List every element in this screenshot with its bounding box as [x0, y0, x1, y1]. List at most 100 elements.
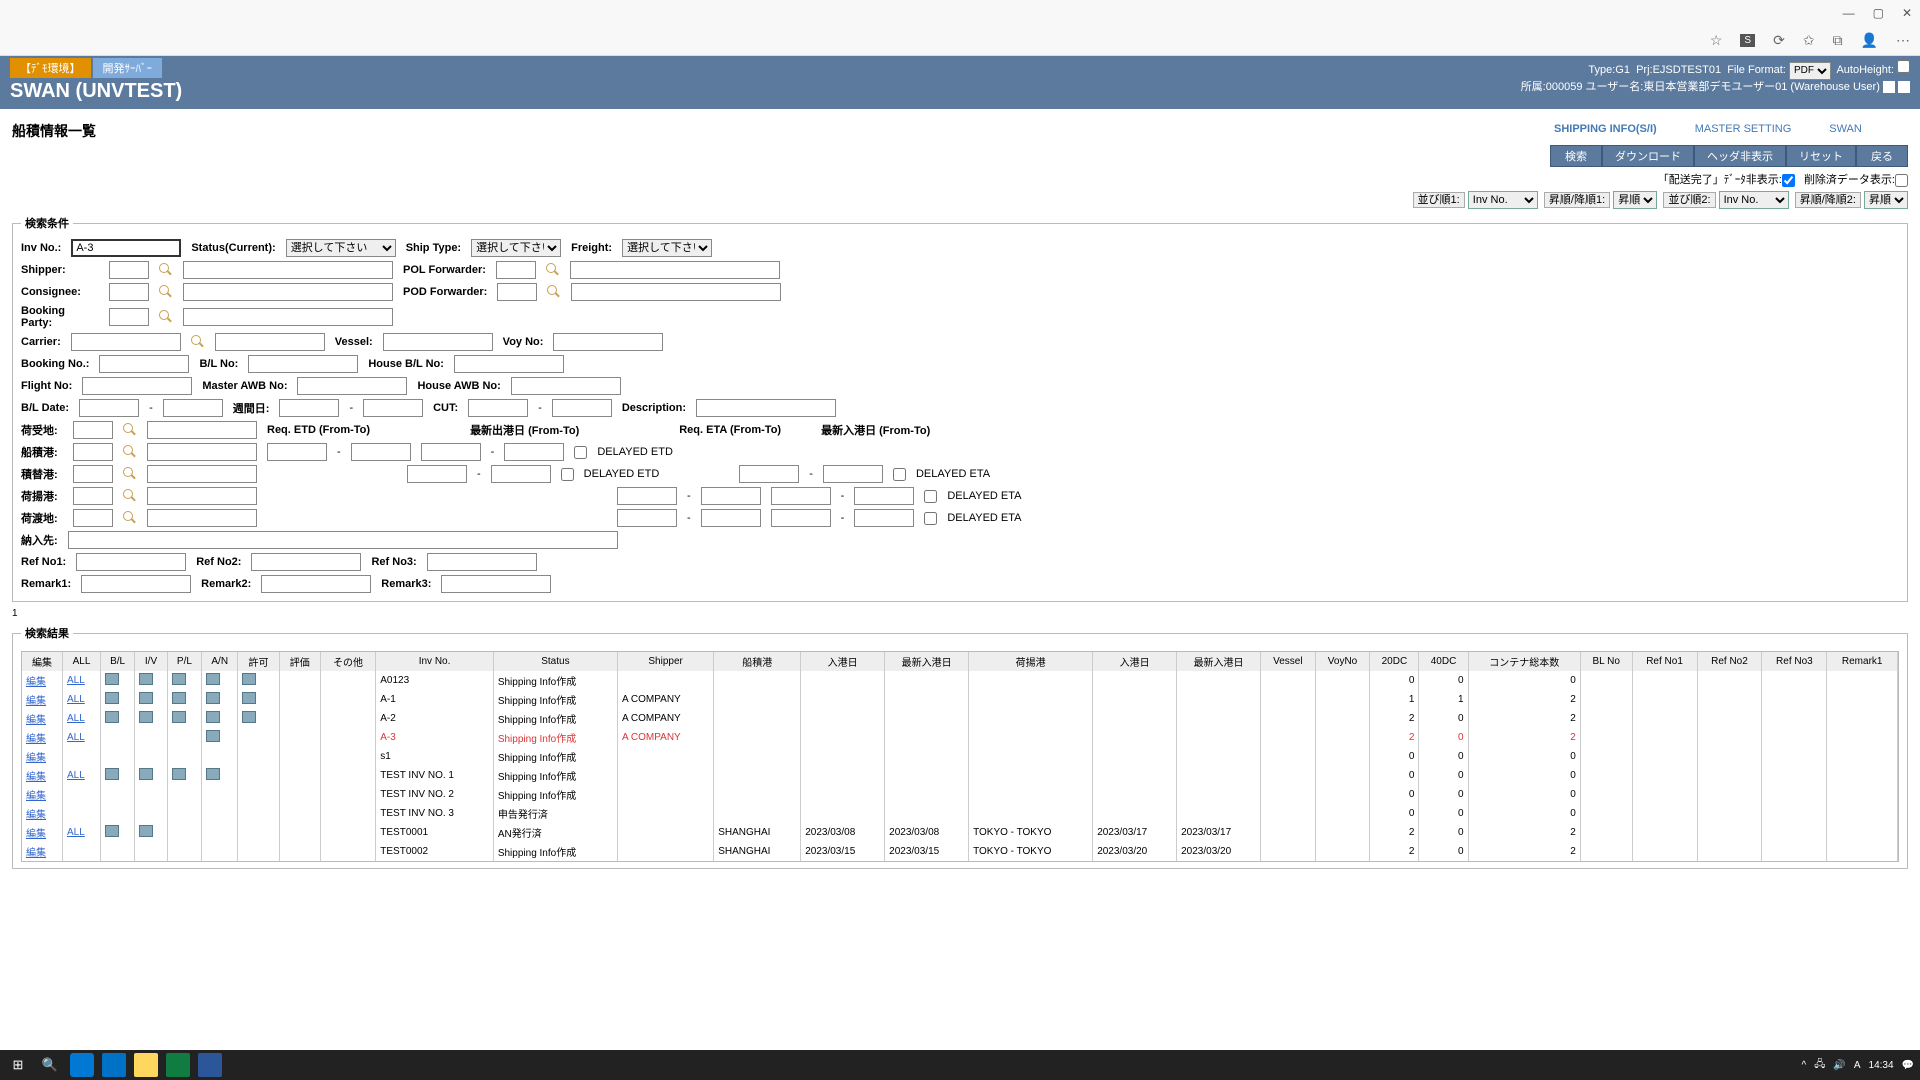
col-header[interactable]: VoyNo	[1315, 652, 1370, 671]
booking-party-code-input[interactable]	[109, 308, 149, 326]
pol-code-input[interactable]	[73, 443, 113, 461]
pl-icon[interactable]	[172, 768, 186, 780]
search-button[interactable]: 検索	[1550, 145, 1602, 167]
col-header[interactable]: 20DC	[1370, 652, 1419, 671]
search-icon[interactable]	[159, 263, 173, 277]
latest-eta2-from-input[interactable]	[771, 487, 831, 505]
cut-from-input[interactable]	[468, 399, 528, 417]
an-icon[interactable]	[206, 711, 220, 723]
house-bl-no-input[interactable]	[454, 355, 564, 373]
iv-icon[interactable]	[139, 768, 153, 780]
env-tab-demo[interactable]: 【ﾃﾞﾓ環境】	[10, 58, 91, 78]
table-row[interactable]: 編集TEST INV NO. 3申告発行済000	[22, 804, 1898, 823]
an-icon[interactable]	[206, 768, 220, 780]
all-link[interactable]: ALL	[67, 713, 85, 724]
edit-link[interactable]: 編集	[26, 772, 46, 783]
ship-type-select[interactable]: 選択して下さい	[471, 239, 561, 257]
col-header[interactable]: BL No	[1580, 652, 1632, 671]
window-close[interactable]: ✕	[1902, 6, 1912, 20]
latest-etd2-from-input[interactable]	[407, 465, 467, 483]
carrier-code-input[interactable]	[71, 333, 181, 351]
latest-eta2-to-input[interactable]	[854, 487, 914, 505]
latest-eta1-from-input[interactable]	[739, 465, 799, 483]
search-icon[interactable]	[159, 310, 173, 324]
table-row[interactable]: 編集ALLTEST0001AN発行済SHANGHAI2023/03/082023…	[22, 823, 1898, 842]
col-header[interactable]: Ref No2	[1697, 652, 1762, 671]
iv-icon[interactable]	[139, 692, 153, 704]
master-awb-input[interactable]	[297, 377, 407, 395]
remark2-input[interactable]	[261, 575, 371, 593]
pod-code-input[interactable]	[73, 487, 113, 505]
req-etd-to-input[interactable]	[351, 443, 411, 461]
shipper-name-input[interactable]	[183, 261, 393, 279]
status-select[interactable]: 選択して下さい	[286, 239, 396, 257]
outlook-icon[interactable]	[102, 1053, 126, 1077]
latest-eta1-to-input[interactable]	[823, 465, 883, 483]
ref1-input[interactable]	[76, 553, 186, 571]
edit-link[interactable]: 編集	[26, 791, 46, 802]
booking-no-input[interactable]	[99, 355, 189, 373]
col-header[interactable]: Status	[493, 652, 617, 671]
receipt-code-input[interactable]	[73, 421, 113, 439]
table-row[interactable]: 編集ALLTEST INV NO. 1Shipping Info作成000	[22, 766, 1898, 785]
cut-to-input[interactable]	[552, 399, 612, 417]
req-etd-from-input[interactable]	[267, 443, 327, 461]
edit-link[interactable]: 編集	[26, 677, 46, 688]
autoheight-checkbox[interactable]	[1897, 60, 1910, 73]
col-header[interactable]: I/V	[135, 652, 168, 671]
an-icon[interactable]	[206, 673, 220, 685]
weekday-from-input[interactable]	[279, 399, 339, 417]
col-header[interactable]: その他	[320, 652, 375, 671]
all-link[interactable]: ALL	[67, 694, 85, 705]
transship-code-input[interactable]	[73, 465, 113, 483]
search-icon[interactable]	[123, 467, 137, 481]
excel-icon[interactable]	[166, 1053, 190, 1077]
delayed-etd-2-checkbox[interactable]	[561, 468, 574, 481]
tray-volume-icon[interactable]: 🔊	[1833, 1060, 1845, 1071]
col-header[interactable]: 船積港	[714, 652, 801, 671]
carrier-name-input[interactable]	[215, 333, 325, 351]
refresh-icon[interactable]: ⟳	[1773, 32, 1785, 49]
shipper-code-input[interactable]	[109, 261, 149, 279]
an-icon[interactable]	[206, 692, 220, 704]
description-input[interactable]	[696, 399, 836, 417]
profile-icon[interactable]: 👤	[1861, 32, 1878, 49]
window-minimize[interactable]: —	[1843, 6, 1855, 20]
freight-select[interactable]: 選択して下さい	[622, 239, 712, 257]
pol-fwd-name-input[interactable]	[570, 261, 780, 279]
col-header[interactable]: 40DC	[1419, 652, 1468, 671]
all-link[interactable]: ALL	[67, 770, 85, 781]
col-header[interactable]: 許可	[238, 652, 279, 671]
user-icon[interactable]	[1883, 81, 1895, 93]
edit-link[interactable]: 編集	[26, 810, 46, 821]
latest-eta3-from-input[interactable]	[771, 509, 831, 527]
pol-name-input[interactable]	[147, 443, 257, 461]
pod-fwd-code-input[interactable]	[497, 283, 537, 301]
consignee-name-input[interactable]	[183, 283, 393, 301]
req-eta-to-input[interactable]	[701, 487, 761, 505]
col-header[interactable]: Ref No3	[1762, 652, 1827, 671]
search-icon[interactable]	[546, 263, 560, 277]
edit-link[interactable]: 編集	[26, 734, 46, 745]
col-header[interactable]: Remark1	[1827, 652, 1898, 671]
delayed-eta-1-checkbox[interactable]	[893, 468, 906, 481]
vessel-input[interactable]	[383, 333, 493, 351]
table-row[interactable]: 編集TEST0002Shipping Info作成SHANGHAI2023/03…	[22, 842, 1898, 861]
col-header[interactable]: Inv No.	[376, 652, 494, 671]
permit-icon[interactable]	[242, 711, 256, 723]
bl-icon[interactable]	[105, 711, 119, 723]
flight-no-input[interactable]	[82, 377, 192, 395]
consignee-code-input[interactable]	[109, 283, 149, 301]
download-button[interactable]: ダウンロード	[1602, 145, 1694, 167]
delayed-etd-1-checkbox[interactable]	[574, 446, 587, 459]
table-row[interactable]: 編集ALLA-1Shipping Info作成A COMPANY112	[22, 690, 1898, 709]
latest-etd-from-input[interactable]	[421, 443, 481, 461]
bl-icon[interactable]	[105, 673, 119, 685]
latest-etd-to-input[interactable]	[504, 443, 564, 461]
bl-date-from-input[interactable]	[79, 399, 139, 417]
tray-chevron-icon[interactable]: ^	[1802, 1060, 1807, 1071]
tray-network-icon[interactable]: 🖧	[1814, 1057, 1825, 1074]
transship-name-input[interactable]	[147, 465, 257, 483]
sort1-select[interactable]: Inv No.	[1468, 191, 1538, 209]
taskbar-search-icon[interactable]: 🔍	[38, 1053, 62, 1077]
